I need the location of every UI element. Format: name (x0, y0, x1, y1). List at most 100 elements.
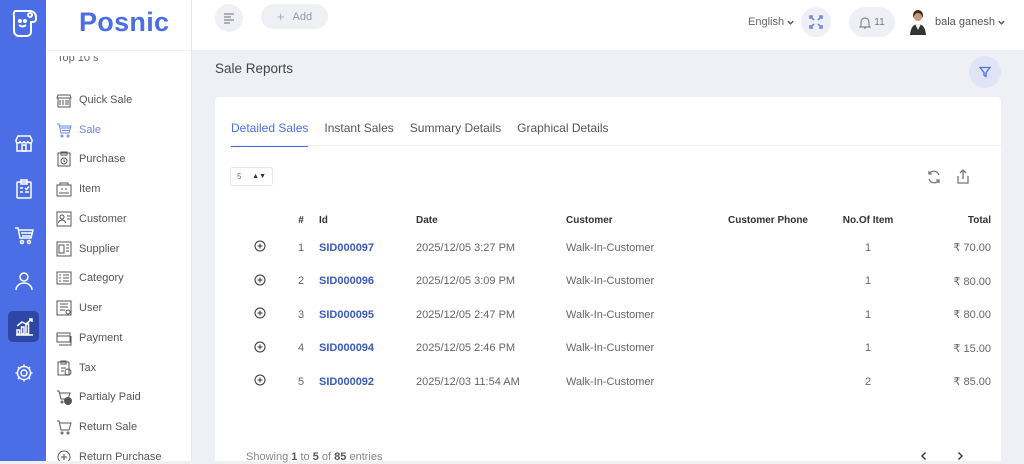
purchase-icon (57, 151, 71, 167)
sale-id-link[interactable]: SID000092 (319, 365, 416, 399)
sidebar-item-quick-sale[interactable]: Quick Sale (56, 85, 191, 115)
prev-page-button[interactable] (916, 448, 932, 464)
row-total: ₹ 80.00 (953, 275, 991, 288)
user-menu[interactable]: bala ganesh (935, 16, 1006, 28)
expand-row-icon[interactable] (254, 307, 266, 319)
sidebar-item-payment[interactable]: Payment (56, 323, 191, 353)
tab-summary-details[interactable]: Summary Details (410, 121, 501, 147)
notification-count: 11 (874, 16, 885, 28)
row-items: 2 (864, 375, 872, 388)
page-size-select[interactable]: 5 ▲▼ (230, 167, 273, 186)
sidebar-item-sale[interactable]: Sale (56, 115, 191, 145)
row-customer: Walk-In-Customer (566, 241, 655, 254)
report-card: Detailed Sales Instant Sales Summary Det… (215, 97, 1001, 464)
payment-icon (56, 332, 72, 346)
table-row: 3 SID000095 2025/12/05 2:47 PM Walk-In-C… (237, 298, 997, 332)
sidebar-item-supplier[interactable]: Supplier (56, 234, 191, 264)
col-customer[interactable]: Customer (566, 209, 717, 231)
refresh-button[interactable] (926, 169, 942, 185)
fullscreen-button[interactable] (801, 7, 831, 37)
avatar[interactable] (907, 8, 929, 36)
expand-row-icon[interactable] (254, 374, 266, 386)
row-items: 1 (864, 308, 872, 321)
col-total[interactable]: Total (917, 209, 997, 231)
item-icon (56, 182, 72, 197)
partially-paid-icon (57, 390, 72, 406)
sale-id-link[interactable]: SID000095 (319, 298, 416, 332)
sidebar-item-cut[interactable]: Top 10 s (57, 56, 99, 64)
clipboard-icon (15, 178, 32, 199)
sidebar-item-user[interactable]: User (56, 293, 191, 323)
quick-sale-icon (56, 94, 72, 108)
row-date: 2025/12/03 11:54 AM (416, 375, 520, 388)
notifications-button[interactable]: 11 (849, 7, 895, 37)
sidebar-item-item[interactable]: Item (56, 174, 191, 204)
rail-store-button[interactable] (8, 127, 39, 158)
sidebar-item-purchase[interactable]: Purchase (56, 145, 191, 175)
language-select[interactable]: English (748, 16, 795, 28)
row-customer: Walk-In-Customer (566, 342, 655, 355)
row-total: ₹ 70.00 (953, 242, 991, 255)
row-total: ₹ 85.00 (953, 376, 991, 389)
supplier-icon (56, 241, 72, 257)
sidebar-item-category[interactable]: Category (56, 264, 191, 294)
col-date[interactable]: Date (416, 209, 566, 231)
return-sale-icon (57, 420, 72, 435)
tab-instant-sales[interactable]: Instant Sales (324, 121, 393, 147)
sale-id-link[interactable]: SID000097 (319, 231, 416, 265)
sidebar-divider (46, 50, 191, 51)
tab-detailed-sales[interactable]: Detailed Sales (231, 121, 309, 147)
cart-icon (14, 226, 34, 244)
tab-graphical-details[interactable]: Graphical Details (517, 121, 608, 147)
expand-icon (809, 15, 823, 29)
sale-id-link[interactable]: SID000094 (319, 332, 416, 366)
sidebar-item-partialy-paid[interactable]: Partialy Paid (56, 383, 191, 413)
sort-arrows-icon: ▲▼ (252, 173, 266, 180)
tabs-divider (231, 145, 1001, 146)
export-button[interactable] (955, 168, 971, 185)
row-date: 2025/12/05 3:09 PM (416, 275, 516, 288)
rail-settings-button[interactable] (8, 357, 39, 388)
category-icon (56, 271, 72, 285)
col-id[interactable]: Id (319, 209, 416, 231)
add-button[interactable]: + Add (261, 4, 328, 29)
row-phone (717, 231, 819, 265)
pagination-info: Showing 1 to 5 of 85 entries (246, 451, 383, 463)
sidebar-item-return-purchase[interactable]: Return Purchase (56, 442, 191, 461)
row-total: ₹ 80.00 (953, 309, 991, 322)
row-total: ₹ 15.00 (953, 342, 991, 355)
row-index: 4 (297, 342, 305, 355)
rail-user-button[interactable] (8, 265, 39, 296)
expand-row-icon[interactable] (254, 240, 266, 252)
rail-clipboard-button[interactable] (8, 173, 39, 204)
return-purchase-icon (57, 450, 71, 461)
row-customer: Walk-In-Customer (566, 308, 655, 321)
sales-table: # Id Date Customer Customer Phone No.Of … (237, 209, 997, 399)
row-customer: Walk-In-Customer (566, 375, 655, 388)
row-items: 1 (864, 275, 872, 288)
gear-icon (15, 364, 32, 381)
rail-reports-button[interactable] (8, 311, 39, 342)
col-customer-phone[interactable]: Customer Phone (717, 209, 819, 231)
chart-icon (15, 317, 33, 336)
happy-tag-icon[interactable] (8, 4, 40, 38)
col-no-of-item[interactable]: No.Of Item (819, 209, 917, 231)
next-page-button[interactable] (952, 448, 968, 464)
row-date: 2025/12/05 3:27 PM (416, 241, 516, 254)
col-index[interactable]: # (283, 209, 319, 231)
sidebar-item-tax[interactable]: Tax (56, 353, 191, 383)
user-icon (56, 300, 72, 316)
rail-cart-button[interactable] (8, 219, 39, 250)
sidebar-item-customer[interactable]: Customer (56, 204, 191, 234)
filter-button[interactable] (969, 56, 1001, 88)
sidebar-item-return-sale[interactable]: Return Sale (56, 412, 191, 442)
row-index: 5 (297, 375, 305, 388)
page-title: Sale Reports (215, 61, 294, 76)
chevron-left-icon (921, 452, 926, 460)
brand-logo[interactable]: Posnic (79, 7, 169, 38)
expand-row-icon[interactable] (254, 274, 266, 286)
menu-toggle-button[interactable] (215, 4, 243, 32)
expand-row-icon[interactable] (254, 341, 266, 353)
row-phone (717, 265, 819, 299)
sale-id-link[interactable]: SID000096 (319, 265, 416, 299)
